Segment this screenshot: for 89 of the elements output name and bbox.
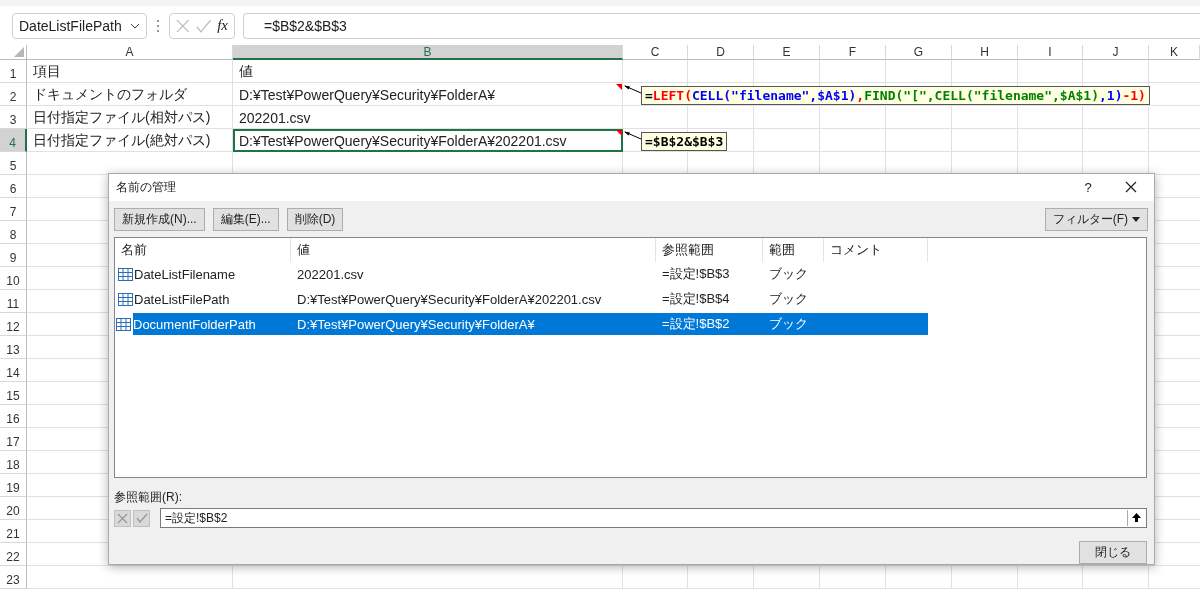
row-header[interactable]: 17 — [0, 428, 27, 451]
table-cell[interactable]: 日付指定ファイル(絶対パス) — [27, 129, 233, 152]
column-header[interactable]: G — [886, 45, 952, 60]
cancel-icon[interactable] — [176, 18, 190, 33]
check-icon[interactable] — [133, 509, 150, 527]
comment-box: =$B$2&$B$3 — [641, 132, 728, 151]
row-header[interactable]: 21 — [0, 520, 27, 543]
table-icon — [118, 267, 133, 281]
column-header[interactable]: 範囲 — [763, 237, 824, 262]
column-header[interactable]: H — [952, 45, 1018, 60]
comment-cell[interactable] — [824, 313, 928, 336]
filter-button[interactable]: フィルター(F) — [1044, 207, 1148, 231]
row-header[interactable]: 7 — [0, 198, 27, 221]
close-icon[interactable] — [1125, 181, 1137, 194]
drag-handle-icon[interactable] — [155, 18, 161, 33]
row-header[interactable]: 6 — [0, 175, 27, 198]
value-cell[interactable]: D:¥Test¥PowerQuery¥Security¥FolderA¥202201.csv — [291, 288, 656, 311]
reference-field[interactable]: =設定!$B$2 — [160, 508, 1147, 528]
reference-cell[interactable]: =設定!$B$2 — [656, 313, 763, 336]
row-header[interactable]: 13 — [0, 336, 27, 359]
row-header[interactable]: 18 — [0, 451, 27, 474]
column-header[interactable]: C — [623, 45, 688, 60]
row-header[interactable]: 12 — [0, 313, 27, 336]
table-cell[interactable]: D:¥Test¥PowerQuery¥Security¥FolderA¥202201.csv — [233, 129, 623, 152]
table-icon — [118, 292, 133, 306]
scope-cell[interactable]: ブック — [763, 288, 824, 311]
dialog-button[interactable]: 削除(D) — [286, 207, 344, 231]
dialog-button[interactable]: 編集(E)... — [212, 207, 279, 231]
row-header[interactable]: 5 — [0, 152, 27, 175]
column-header[interactable]: 名前 — [115, 237, 291, 262]
dialog-button[interactable]: 新規作成(N)... — [114, 207, 205, 231]
table-cell[interactable]: D:¥Test¥PowerQuery¥Security¥FolderA¥ — [233, 83, 623, 106]
caret-icon — [1132, 216, 1140, 222]
row-header[interactable]: 3 — [0, 106, 27, 129]
leader-line — [623, 85, 643, 95]
help-button[interactable]: ? — [1068, 179, 1108, 195]
scope-cell[interactable]: ブック — [763, 313, 824, 336]
column-header[interactable]: D — [688, 45, 754, 60]
comment-box: =LEFT(CELL("filename",$A$1),FIND("[",CELL("filename",$A$1),1)-1) — [641, 86, 1150, 105]
collapse-icon[interactable] — [1132, 513, 1141, 523]
column-header[interactable]: A — [27, 45, 233, 60]
column-header[interactable]: 値 — [291, 237, 656, 262]
row-header[interactable]: 16 — [0, 405, 27, 428]
column-header[interactable]: I — [1018, 45, 1083, 60]
row-header[interactable]: 1 — [0, 60, 27, 83]
comment-indicator-icon — [616, 84, 622, 90]
reference-cell[interactable]: =設定!$B$4 — [656, 288, 763, 311]
column-header[interactable]: コメント — [824, 237, 928, 262]
dialog-title: 名前の管理 — [116, 178, 177, 196]
column-header[interactable]: 参照範囲 — [656, 237, 763, 262]
scope-cell[interactable]: ブック — [763, 263, 824, 286]
name-cell[interactable]: DateListFilename — [134, 266, 236, 282]
row-header[interactable]: 9 — [0, 244, 27, 267]
table-cell[interactable]: 202201.csv — [233, 106, 623, 129]
column-header[interactable]: K — [1149, 45, 1200, 60]
cancel-icon[interactable] — [114, 509, 131, 527]
row-header[interactable]: 10 — [0, 267, 27, 290]
column-header[interactable]: E — [754, 45, 820, 60]
insert-function-button[interactable]: fx — [217, 17, 228, 34]
reference-cell[interactable]: =設定!$B$3 — [656, 263, 763, 286]
row-header[interactable]: 4 — [0, 129, 27, 152]
column-header[interactable]: J — [1083, 45, 1149, 60]
comment-indicator-icon — [616, 130, 622, 136]
row-header[interactable]: 23 — [0, 566, 27, 589]
table-cell[interactable]: ドキュメントのフォルダ — [27, 83, 233, 106]
table-cell[interactable]: 値 — [233, 60, 623, 83]
check-icon[interactable] — [195, 18, 212, 33]
leader-line — [623, 131, 643, 141]
row-header[interactable]: 19 — [0, 474, 27, 497]
value-cell[interactable]: D:¥Test¥PowerQuery¥Security¥FolderA¥ — [291, 313, 656, 336]
table-cell[interactable]: 項目 — [27, 60, 233, 83]
name-cell[interactable]: DateListFilePath — [134, 291, 230, 307]
row-header[interactable]: 8 — [0, 221, 27, 244]
name-box[interactable]: DateListFilePath — [12, 12, 147, 39]
row-header[interactable]: 2 — [0, 83, 27, 106]
row-header[interactable]: 11 — [0, 290, 27, 313]
field-label: 参照範囲(R): — [113, 489, 183, 506]
row-header[interactable]: 22 — [0, 543, 27, 566]
table-cell[interactable]: 日付指定ファイル(相対パス) — [27, 106, 233, 129]
column-header[interactable]: F — [820, 45, 886, 60]
row-header[interactable]: 14 — [0, 359, 27, 382]
value-cell[interactable]: 202201.csv — [291, 263, 656, 286]
column-header[interactable]: B — [233, 45, 623, 60]
formula-field[interactable]: =$B$2&$B$3 — [243, 12, 1200, 39]
close-button[interactable]: 閉じる — [1079, 541, 1147, 564]
row-header[interactable]: 15 — [0, 382, 27, 405]
select-all-icon[interactable] — [14, 47, 24, 57]
row-header[interactable]: 20 — [0, 497, 27, 520]
caret-icon — [130, 22, 140, 29]
